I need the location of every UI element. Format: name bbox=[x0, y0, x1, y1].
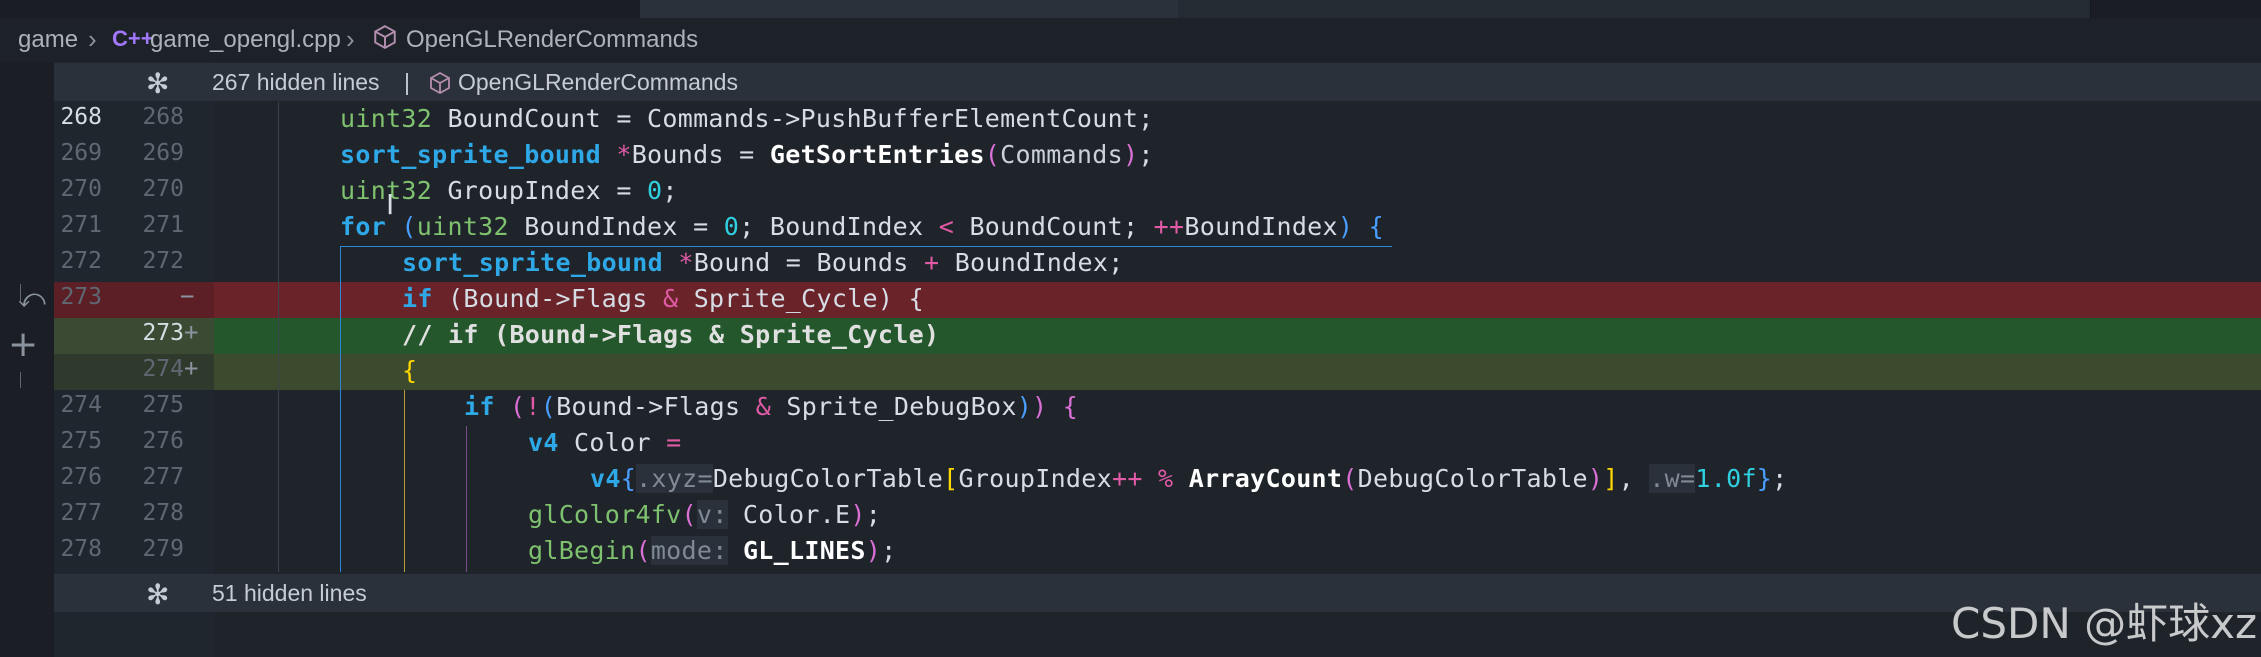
new-line-number: 272 bbox=[142, 248, 184, 274]
new-line-number: 269 bbox=[142, 140, 184, 166]
unfold-icon[interactable]: ✻ bbox=[146, 578, 169, 611]
tab-2[interactable] bbox=[1178, 0, 1509, 18]
old-line-number: 274 bbox=[60, 392, 102, 418]
cpp-file-icon: C++ bbox=[112, 26, 154, 51]
old-line-number: 278 bbox=[60, 536, 102, 562]
code-text[interactable]: uint32 BoundCount = Commands->PushBuffer… bbox=[340, 104, 1154, 133]
code-text[interactable]: if (!(Bound->Flags & Sprite_DebugBox)) { bbox=[464, 392, 1078, 421]
added-marker: + bbox=[184, 354, 199, 382]
hidden-lines-count: 51 hidden lines bbox=[212, 580, 367, 606]
old-line-number: 271 bbox=[60, 212, 102, 238]
old-line-number: 270 bbox=[60, 176, 102, 202]
chevron-right-icon: › bbox=[346, 24, 355, 54]
new-line-number: 275 bbox=[142, 392, 184, 418]
new-line-number: 270 bbox=[142, 176, 184, 202]
margin-line bbox=[20, 372, 21, 388]
unfold-icon[interactable]: ✻ bbox=[146, 67, 169, 100]
deleted-marker: − bbox=[180, 282, 195, 310]
new-line-number: 274 bbox=[142, 356, 184, 382]
new-line-number: 271 bbox=[142, 212, 184, 238]
code-line[interactable]: 269 269 sort_sprite_bound *Bounds = GetS… bbox=[54, 138, 2261, 174]
chevron-right-icon: › bbox=[88, 24, 97, 54]
code-text[interactable]: v4{.xyz=DebugColorTable[GroupIndex++ % A… bbox=[590, 464, 1788, 493]
new-line-number: 279 bbox=[142, 536, 184, 562]
old-line-number: 269 bbox=[60, 140, 102, 166]
fold-separator: | bbox=[404, 69, 410, 95]
code-text[interactable]: sort_sprite_bound *Bounds = GetSortEntri… bbox=[340, 140, 1154, 169]
breadcrumb-file[interactable]: game_opengl.cpp bbox=[150, 26, 341, 54]
new-line-number: 268 bbox=[142, 104, 184, 130]
breadcrumb-folder[interactable]: game bbox=[18, 26, 78, 54]
indent-guide-active bbox=[340, 246, 341, 572]
indent-guide bbox=[404, 390, 405, 572]
code-text[interactable]: glColor4fv(v: Color.E); bbox=[528, 500, 881, 529]
code-text[interactable]: sort_sprite_bound *Bound = Bounds + Boun… bbox=[402, 248, 1124, 277]
old-line-number: 268 bbox=[60, 104, 102, 130]
old-line-number: 277 bbox=[60, 500, 102, 526]
margin-line bbox=[20, 284, 21, 302]
tab-strip bbox=[0, 0, 2261, 20]
tab-3[interactable] bbox=[1508, 0, 1791, 18]
old-line-number: 276 bbox=[60, 464, 102, 490]
diff-editor: ⤺ + ✻ 267 hidden lines | OpenGLRenderCom… bbox=[0, 62, 2261, 657]
new-line-number: 273 bbox=[142, 320, 184, 346]
code-text[interactable]: // if (Bound->Flags & Sprite_Cycle) bbox=[402, 320, 939, 349]
added-line[interactable]: 274 + { bbox=[54, 354, 2261, 390]
indent-guide bbox=[466, 426, 467, 572]
hidden-lines-fold-top[interactable]: ✻ 267 hidden lines | OpenGLRenderCommand… bbox=[54, 63, 2261, 101]
breadcrumb: game › C++ game_opengl.cpp › OpenGLRende… bbox=[0, 18, 2261, 62]
new-line-number: 278 bbox=[142, 500, 184, 526]
code-text[interactable]: for (uint32 BoundIndex = 0; BoundIndex <… bbox=[340, 212, 1384, 241]
code-line[interactable]: 274 275 if (!(Bound->Flags & Sprite_Debu… bbox=[54, 390, 2261, 426]
fold-symbol[interactable]: OpenGLRenderCommands bbox=[458, 69, 738, 96]
old-line-number: 272 bbox=[60, 248, 102, 274]
code-line[interactable]: 278 279 glBegin(mode: GL_LINES); bbox=[54, 534, 2261, 570]
stage-plus-icon[interactable]: + bbox=[8, 324, 38, 365]
new-line-number: 277 bbox=[142, 464, 184, 490]
cube-symbol-icon bbox=[430, 71, 450, 95]
breadcrumb-symbol[interactable]: OpenGLRenderCommands bbox=[406, 26, 698, 54]
code-text[interactable]: glBegin(mode: GL_LINES); bbox=[528, 536, 896, 565]
watermark: CSDN @虾球xz bbox=[1951, 599, 2257, 648]
tab-active[interactable] bbox=[640, 0, 1179, 20]
deleted-line[interactable]: 273 − if (Bound->Flags & Sprite_Cycle) { bbox=[54, 282, 2261, 318]
added-marker: + bbox=[184, 318, 199, 346]
text-cursor-icon: Ⅰ bbox=[386, 188, 395, 221]
cube-symbol-icon bbox=[374, 25, 396, 49]
code-line[interactable]: 272 272 sort_sprite_bound *Bound = Bound… bbox=[54, 246, 2261, 282]
old-line-number: 275 bbox=[60, 428, 102, 454]
code-text[interactable]: if (Bound->Flags & Sprite_Cycle) { bbox=[402, 284, 924, 313]
code-line[interactable]: 268 268 uint32 BoundCount = Commands->Pu… bbox=[54, 102, 2261, 138]
code-text[interactable]: { bbox=[402, 356, 417, 385]
added-line[interactable]: 273 + // if (Bound->Flags & Sprite_Cycle… bbox=[54, 318, 2261, 354]
code-line[interactable]: 276 277 v4{.xyz=DebugColorTable[GroupInd… bbox=[54, 462, 2261, 498]
old-line-number: 273 bbox=[60, 284, 102, 310]
hidden-lines-count: 267 hidden lines bbox=[212, 69, 380, 95]
hidden-lines-fold-bottom[interactable]: ✻ 51 hidden lines bbox=[54, 574, 2261, 612]
new-line-number: 276 bbox=[142, 428, 184, 454]
code-text[interactable]: v4 Color = bbox=[528, 428, 682, 457]
tab-4[interactable] bbox=[1790, 0, 2091, 18]
revert-icon[interactable]: ⤺ bbox=[18, 284, 46, 315]
indent-guide bbox=[278, 102, 279, 572]
bracket-scope-line bbox=[340, 246, 1392, 247]
code-line[interactable]: 277 278 glColor4fv(v: Color.E); bbox=[54, 498, 2261, 534]
code-line[interactable]: 275 276 v4 Color = bbox=[54, 426, 2261, 462]
